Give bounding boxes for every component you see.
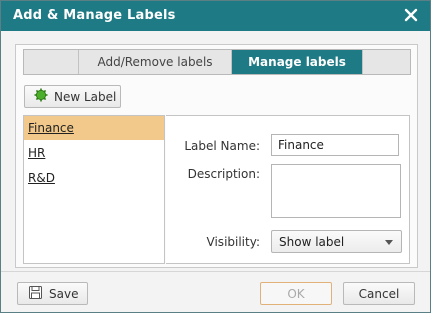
new-label-button[interactable]: New Label <box>24 85 121 108</box>
chevron-down-icon <box>385 240 393 245</box>
visibility-select[interactable]: Show label <box>271 230 402 253</box>
save-button[interactable]: Save <box>17 282 88 305</box>
dialog-titlebar: Add & Manage Labels <box>1 1 430 31</box>
tab-manage-labels[interactable]: Manage labels <box>232 50 362 74</box>
labels-list: Finance HR R&D <box>23 115 165 264</box>
list-item-finance[interactable]: Finance <box>24 116 164 140</box>
close-icon[interactable] <box>400 4 422 26</box>
new-label-button-label: New Label <box>54 89 117 104</box>
dialog-title: Add & Manage Labels <box>13 8 176 23</box>
description-label: Description: <box>187 167 260 181</box>
tab-add-remove-labels[interactable]: Add/Remove labels <box>79 50 232 74</box>
tab-spacer-left <box>24 50 79 74</box>
visibility-label: Visibility: <box>206 235 260 249</box>
cancel-button[interactable]: Cancel <box>343 282 415 305</box>
footer-divider <box>1 271 430 272</box>
list-item-rnd[interactable]: R&D <box>24 166 164 190</box>
label-gear-icon <box>34 88 48 105</box>
floppy-disk-icon <box>29 285 42 302</box>
ok-button[interactable]: OK <box>260 282 332 305</box>
visibility-select-value: Show label <box>279 234 345 249</box>
description-textarea[interactable] <box>271 164 401 218</box>
tab-spacer-right <box>362 50 410 74</box>
tab-bar: Add/Remove labels Manage labels <box>23 49 411 75</box>
list-item-hr[interactable]: HR <box>24 141 164 165</box>
label-name-label: Label Name: <box>184 139 260 153</box>
save-button-label: Save <box>49 286 79 301</box>
add-manage-labels-dialog: Add & Manage Labels Add/Remove labels Ma… <box>0 0 431 313</box>
label-name-input[interactable]: Finance <box>271 134 399 156</box>
